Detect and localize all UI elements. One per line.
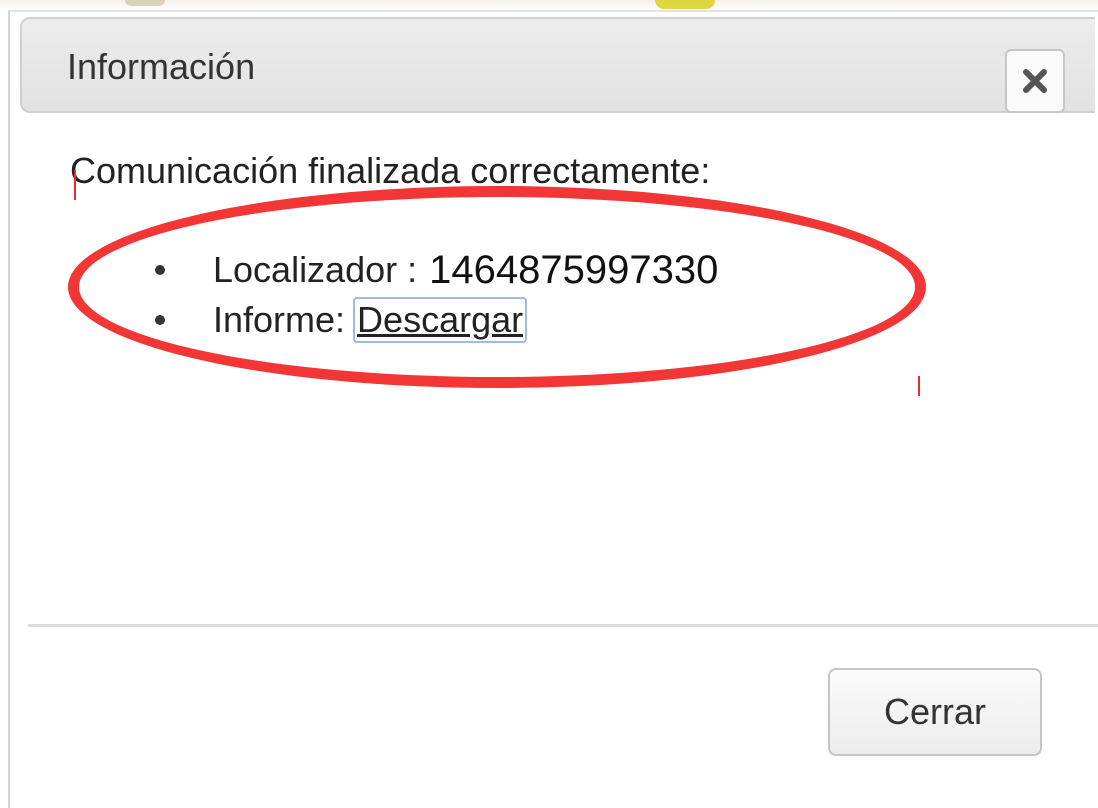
list-item-report: Informe: Descargar: [155, 296, 718, 344]
background-page-strip: [0, 0, 1098, 10]
bullet-icon: [155, 315, 165, 325]
status-message: Comunicación finalizada correctamente:: [70, 150, 711, 191]
bullet-icon: [155, 265, 165, 275]
footer-divider: [28, 624, 1098, 627]
cerrar-button[interactable]: Cerrar: [828, 668, 1042, 756]
download-report-link[interactable]: Descargar: [353, 297, 528, 343]
text-caret-mark: [918, 376, 920, 396]
result-details-list: Localizador : 1464875997330 Informe: Des…: [155, 246, 718, 344]
dialog-title: Información: [67, 46, 256, 87]
list-item-locator: Localizador : 1464875997330: [155, 246, 718, 294]
close-x-icon: [1023, 69, 1047, 93]
locator-value: 1464875997330: [429, 247, 719, 292]
background-fragment: [655, 0, 715, 9]
dialog-titlebar: Información: [20, 17, 1095, 113]
text-caret-mark: [74, 170, 76, 200]
close-button[interactable]: [1005, 49, 1065, 113]
locator-label: Localizador :: [213, 249, 418, 290]
background-fragment: [125, 0, 165, 6]
report-label: Informe:: [213, 299, 346, 340]
